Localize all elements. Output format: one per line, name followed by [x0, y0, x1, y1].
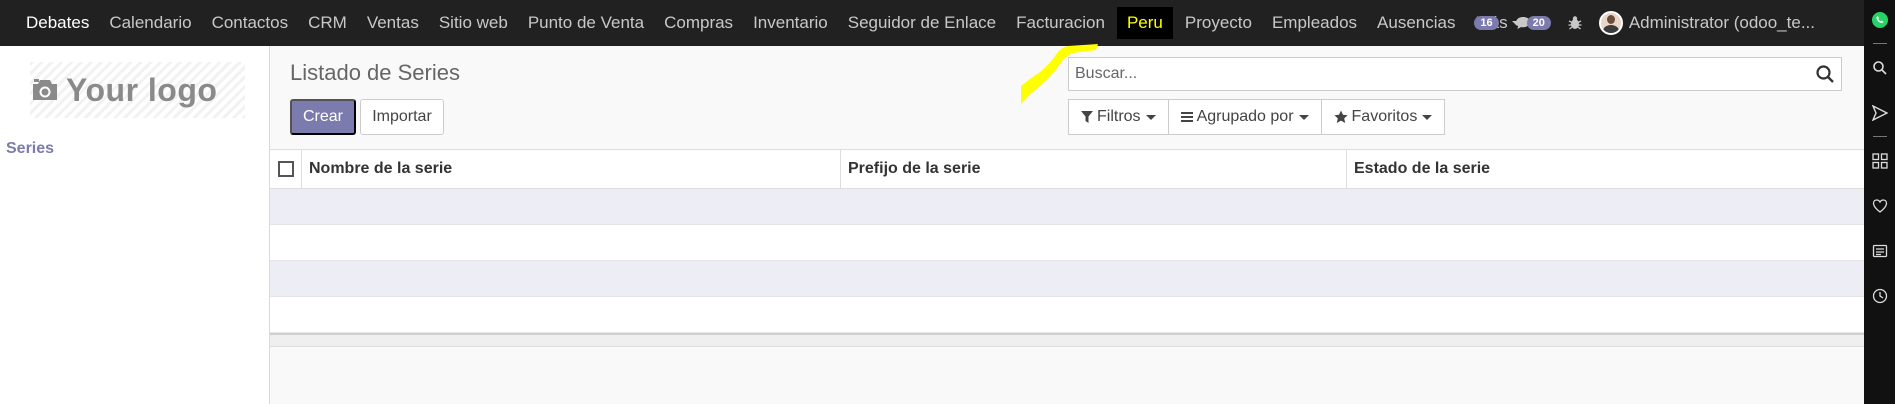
sidebar-item-series[interactable]: Series [6, 140, 54, 158]
search-icon[interactable] [1815, 64, 1835, 89]
create-button[interactable]: Crear [290, 99, 356, 135]
favorites-dropdown[interactable]: Favoritos [1320, 99, 1446, 135]
divider [1872, 43, 1887, 44]
debug-systray[interactable] [1567, 15, 1583, 31]
activities-systray[interactable]: 16 [1474, 16, 1499, 30]
app-menu: Debates Calendario Contactos CRM Ventas … [0, 0, 1532, 46]
series-list-table: Nombre de la serie Prefijo de la serie E… [270, 149, 1864, 404]
filter-icon [1081, 111, 1093, 123]
page-title: Listado de Series [290, 60, 460, 85]
groupby-dropdown[interactable]: Agrupado por [1167, 99, 1322, 135]
favorites-label: Favoritos [1351, 108, 1418, 125]
column-header-estado[interactable]: Estado de la serie [1347, 149, 1864, 189]
nav-item-contactos[interactable]: Contactos [202, 0, 299, 46]
column-header-prefijo[interactable]: Prefijo de la serie [841, 149, 1347, 189]
messages-systray[interactable]: 20 [1515, 16, 1551, 30]
empty-area [270, 347, 1864, 404]
apps-grid-icon[interactable] [1870, 151, 1890, 171]
nav-item-ventas[interactable]: Ventas [357, 0, 429, 46]
select-all-checkbox[interactable] [277, 161, 294, 177]
nav-item-compras[interactable]: Compras [654, 0, 743, 46]
import-button[interactable]: Importar [360, 99, 444, 135]
systray: 16 20 Administrator (odoo_te... [1474, 0, 1833, 46]
nav-item-sitio-web[interactable]: Sitio web [429, 0, 518, 46]
search-box [1068, 57, 1842, 91]
nav-item-crm[interactable]: CRM [298, 0, 357, 46]
search-input[interactable] [1069, 58, 1789, 90]
company-logo[interactable]: Your logo [30, 62, 245, 118]
column-header-nombre[interactable]: Nombre de la serie [302, 149, 841, 189]
divider [1872, 136, 1887, 137]
left-sidebar: Your logo Series [0, 46, 270, 404]
star-icon [1333, 110, 1348, 124]
bug-icon [1568, 16, 1582, 30]
nav-item-empleados[interactable]: Empleados [1262, 0, 1367, 46]
search-icon[interactable] [1870, 58, 1890, 78]
messages-count-badge: 20 [1526, 16, 1551, 30]
nav-item-inventario[interactable]: Inventario [743, 0, 838, 46]
whatsapp-icon[interactable] [1870, 10, 1890, 30]
top-navbar: Debates Calendario Contactos CRM Ventas … [0, 0, 1864, 46]
select-all-cell [270, 149, 302, 189]
clock-icon[interactable] [1870, 286, 1890, 306]
table-row [270, 297, 1864, 333]
camera-icon [33, 79, 57, 100]
logo-text: Your logo [66, 71, 218, 108]
table-row [270, 261, 1864, 297]
nav-item-ausencias[interactable]: Ausencias [1367, 0, 1465, 46]
groupby-label: Agrupado por [1196, 108, 1294, 125]
search-options: Filtros Agrupado por Favoritos [1068, 99, 1446, 135]
annotation-highlight-mark [1021, 44, 1098, 104]
activities-count-badge: 16 [1474, 16, 1499, 30]
list-icon [1180, 111, 1193, 123]
table-row [270, 189, 1864, 225]
nav-item-proyecto[interactable]: Proyecto [1175, 0, 1262, 46]
nav-item-seguidor-de-enlace[interactable]: Seguidor de Enlace [838, 0, 1006, 46]
nav-item-peru[interactable]: Peru [1116, 7, 1173, 39]
table-row [270, 225, 1864, 261]
filters-label: Filtros [1097, 108, 1141, 125]
table-footer [270, 333, 1864, 347]
user-name: Administrator (odoo_te... [1628, 13, 1815, 32]
table-header: Nombre de la serie Prefijo de la serie E… [270, 149, 1864, 189]
news-icon[interactable] [1870, 241, 1890, 261]
user-menu[interactable]: Administrator (odoo_te... [1598, 11, 1833, 35]
nav-item-punto-de-venta[interactable]: Punto de Venta [518, 0, 654, 46]
browser-sidebar [1864, 0, 1895, 404]
caret-down-icon [1422, 114, 1433, 120]
avatar [1598, 11, 1623, 35]
heart-icon[interactable] [1870, 196, 1890, 216]
nav-item-calendario[interactable]: Calendario [99, 0, 201, 46]
send-icon[interactable] [1870, 103, 1890, 123]
caret-down-icon [1145, 114, 1156, 120]
caret-down-icon [1298, 114, 1309, 120]
nav-item-debates[interactable]: Debates [14, 0, 99, 46]
